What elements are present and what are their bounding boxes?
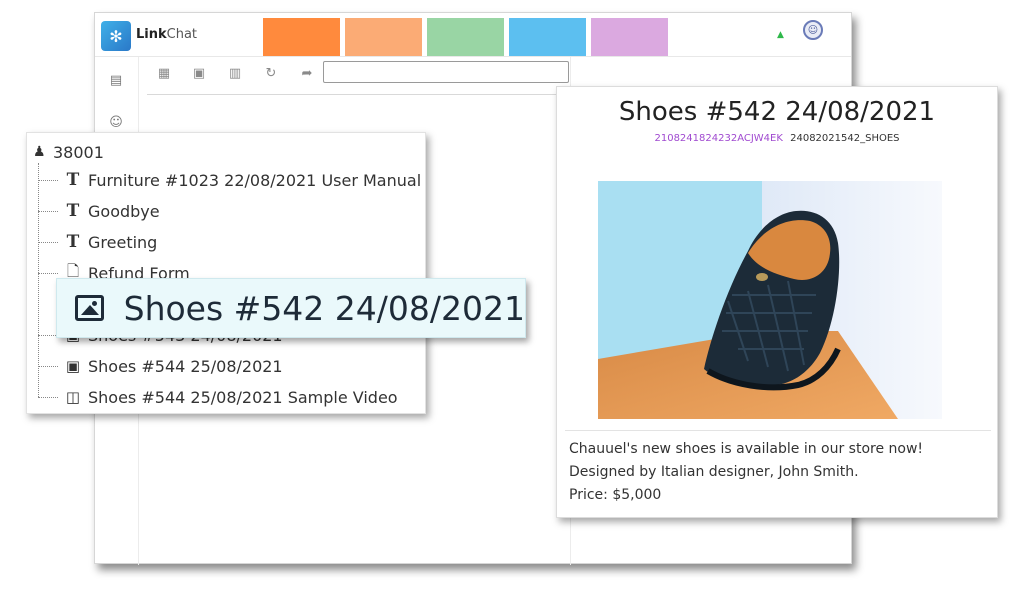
text-icon: T: [66, 201, 80, 221]
app-header: ✻ LinkChat ▲ ☺: [95, 13, 851, 57]
product-photo: [598, 181, 942, 419]
save-icon[interactable]: ▣: [190, 66, 208, 82]
tree-item[interactable]: T Greeting: [38, 231, 157, 253]
color-tab-peach[interactable]: [345, 18, 422, 56]
image-icon: [75, 295, 104, 321]
grid-icon[interactable]: ▦: [155, 66, 173, 82]
search-input[interactable]: [323, 61, 569, 83]
user-avatar[interactable]: ☺: [803, 20, 823, 40]
user-icon: ♟: [33, 144, 46, 160]
tree-item-label: Shoes #544 25/08/2021: [88, 356, 283, 376]
tree-item-label: Furniture #1023 22/08/2021 User Manual: [88, 170, 422, 190]
preview-code-primary: 2108241824232ACJW4EK: [654, 133, 783, 144]
tree-item-label: Shoes #544 25/08/2021 Sample Video: [88, 387, 398, 407]
color-tab-green[interactable]: [427, 18, 504, 56]
tree-item-label: Goodbye: [88, 201, 160, 221]
text-icon: T: [66, 170, 80, 190]
text-icon: T: [66, 232, 80, 252]
tree-item-label: Greeting: [88, 232, 158, 252]
preview-code-secondary: 24082021542_SHOES: [790, 133, 900, 144]
description-line: Chauuel's new shoes is available in our …: [569, 441, 924, 457]
delete-icon[interactable]: ▥: [226, 66, 244, 82]
refresh-icon[interactable]: ↻: [262, 66, 280, 82]
image-icon: ▣: [65, 357, 81, 375]
toolbar-divider: [147, 94, 567, 95]
preview-codes: 2108241824232ACJW4EK 24082021542_SHOES: [557, 133, 997, 144]
tree-item[interactable]: T Furniture #1023 22/08/2021 User Manual: [38, 169, 421, 191]
selected-item-callout[interactable]: Shoes #542 24/08/2021: [56, 278, 526, 338]
video-icon: ◫: [65, 388, 81, 406]
tree-item[interactable]: ◫ Shoes #544 25/08/2021 Sample Video: [38, 386, 398, 408]
description-line: Price: $5,000: [569, 487, 662, 503]
color-tab-orange[interactable]: [263, 18, 340, 56]
preview-title: Shoes #542 24/08/2021: [618, 97, 936, 127]
online-status-icon: ▲: [777, 30, 784, 40]
preview-card: Shoes #542 24/08/2021 2108241824232ACJW4…: [556, 86, 998, 518]
color-tab-blue[interactable]: [509, 18, 586, 56]
linkchat-logo: ✻: [101, 21, 131, 51]
description-line: Designed by Italian designer, John Smith…: [569, 464, 859, 480]
tree-root-label: 38001: [53, 142, 104, 162]
brand-name: LinkChat: [136, 27, 198, 42]
chat-icon[interactable]: ▤: [107, 73, 125, 89]
share-icon[interactable]: ➦: [298, 66, 316, 82]
tree-root[interactable]: ♟ 38001: [33, 141, 104, 163]
color-tab-purple[interactable]: [591, 18, 668, 56]
content-tree: ♟ 38001 T Furniture #1023 22/08/2021 Use…: [26, 132, 426, 414]
preview-divider: [565, 430, 991, 431]
callout-label: Shoes #542 24/08/2021: [123, 288, 525, 328]
bot-icon[interactable]: ☺: [107, 115, 125, 131]
tree-item[interactable]: ▣ Shoes #544 25/08/2021: [38, 355, 283, 377]
tree-item[interactable]: T Goodbye: [38, 200, 160, 222]
